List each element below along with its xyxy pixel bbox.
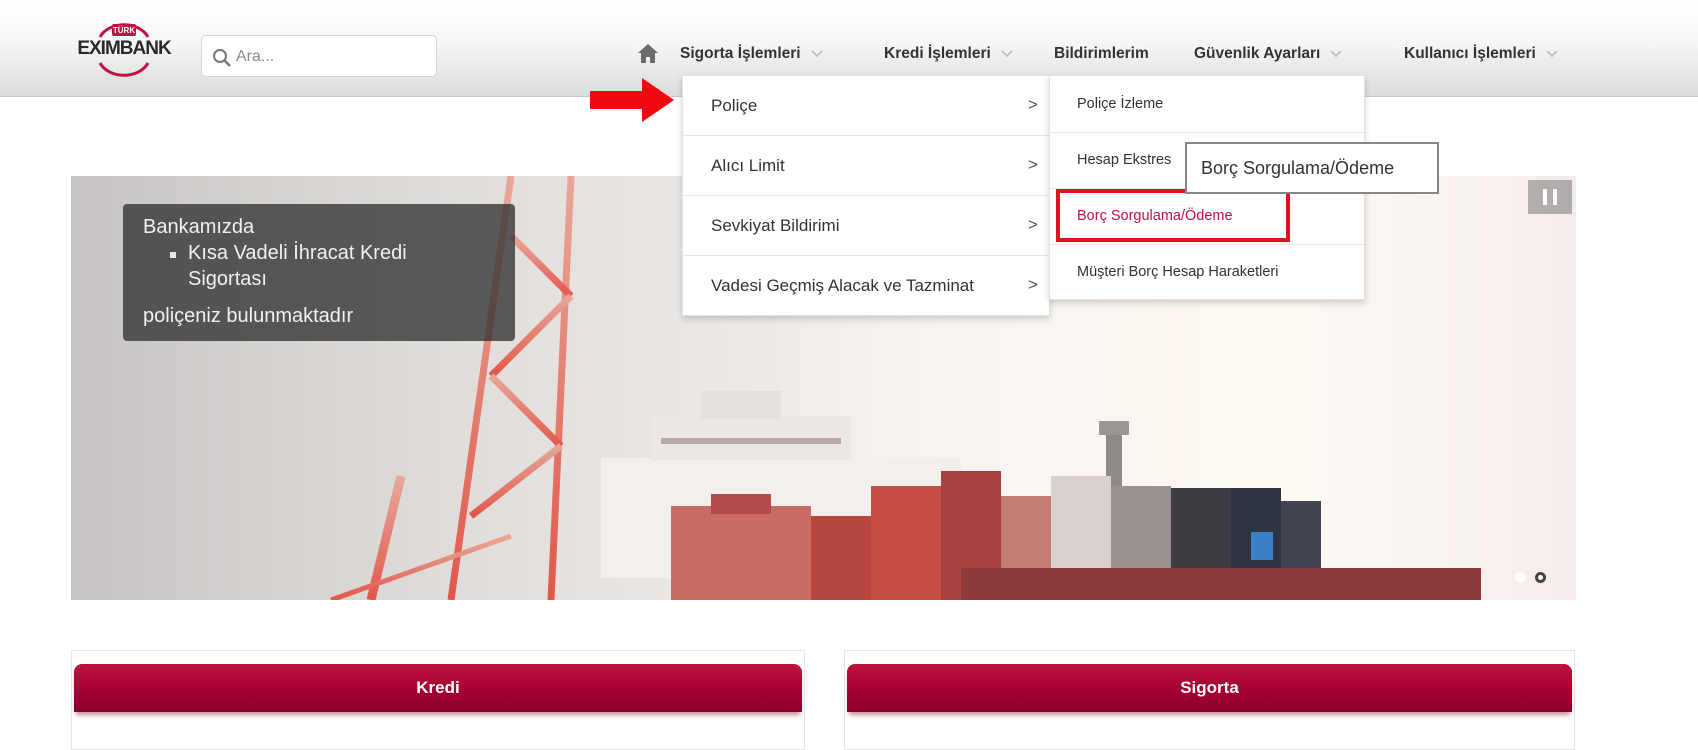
panel-kredi: Kredi <box>71 650 805 750</box>
logo-badge-text: TÜRK <box>113 26 135 35</box>
chevron-down-icon <box>1546 50 1558 58</box>
nav-guvenlik-ayarlari[interactable]: Güvenlik Ayarları <box>1194 45 1342 63</box>
chevron-down-icon <box>811 50 823 58</box>
nav-label: Sigorta İşlemleri <box>680 45 801 62</box>
caption-bullet-icon <box>170 252 176 258</box>
chevron-down-icon <box>1330 50 1342 58</box>
search-icon[interactable] <box>212 47 232 67</box>
caption-bullet-text-1: Kısa Vadeli İhracat Kredi <box>188 242 407 264</box>
chevron-right-icon: > <box>1028 275 1038 294</box>
highlight-box <box>1056 189 1290 242</box>
caption-line-1: Bankamızda <box>143 216 255 238</box>
banner-caption: Bankamızda Kısa Vadeli İhracat Kredi Sig… <box>123 204 515 341</box>
nav-kullanici-islemleri[interactable]: Kullanıcı İşlemleri <box>1404 45 1558 63</box>
submenu-item-label: Müşteri Borç Hesap Haraketleri <box>1077 264 1279 280</box>
nav-bildirimlerim[interactable]: Bildirimlerim <box>1054 45 1149 63</box>
panel-title-kredi[interactable]: Kredi <box>74 664 802 712</box>
slide-dot-2[interactable] <box>1535 572 1546 583</box>
menu-item-sevkiyat-bildirimi[interactable]: Sevkiyat Bildirimi > <box>683 196 1049 256</box>
search-box[interactable] <box>201 35 437 77</box>
submenu-item-police-izleme[interactable]: Poliçe İzleme <box>1050 76 1364 133</box>
menu-item-alici-limit[interactable]: Alıcı Limit > <box>683 136 1049 196</box>
chevron-down-icon <box>1001 50 1013 58</box>
logo-text: EXIMBANK <box>77 38 171 59</box>
caption-line-2: poliçeniz bulunmaktadır <box>143 305 354 327</box>
chevron-right-icon: > <box>1028 215 1038 234</box>
search-input[interactable] <box>234 42 433 72</box>
submenu-item-musteri-borc-hesap[interactable]: Müşteri Borç Hesap Haraketleri <box>1050 244 1364 300</box>
nav-label: Kredi İşlemleri <box>884 45 991 62</box>
slide-dot-1[interactable] <box>1515 572 1526 583</box>
red-arrow-icon <box>590 78 674 122</box>
home-icon[interactable] <box>636 42 660 64</box>
chevron-right-icon: > <box>1028 155 1038 174</box>
menu-item-label: Sevkiyat Bildirimi <box>711 216 840 235</box>
menu-item-label: Poliçe <box>711 96 758 115</box>
nav-label: Kullanıcı İşlemleri <box>1404 45 1536 62</box>
nav-sigorta-islemleri[interactable]: Sigorta İşlemleri <box>680 45 823 63</box>
eximbank-logo[interactable]: TÜRK EXIMBANK <box>74 22 174 78</box>
panel-sigorta: Sigorta <box>844 650 1575 750</box>
panel-title-sigorta[interactable]: Sigorta <box>847 664 1572 712</box>
menu-item-label: Vadesi Geçmiş Alacak ve Tazminat <box>711 276 974 295</box>
submenu-item-label: Hesap Ekstres <box>1077 152 1172 168</box>
nav-label: Güvenlik Ayarları <box>1194 45 1321 62</box>
nav-label: Bildirimlerim <box>1054 45 1149 62</box>
tooltip: Borç Sorgulama/Ödeme <box>1185 142 1439 194</box>
chevron-right-icon: > <box>1028 95 1038 114</box>
menu-item-police[interactable]: Poliçe > <box>683 76 1049 136</box>
pause-icon[interactable] <box>1528 180 1572 214</box>
caption-bullet-text-2: Sigortası <box>188 268 267 290</box>
dropdown-sigorta-islemleri: Poliçe > Alıcı Limit > Sevkiyat Bildirim… <box>682 75 1050 316</box>
submenu-item-label: Poliçe İzleme <box>1077 96 1164 112</box>
tooltip-text: Borç Sorgulama/Ödeme <box>1201 158 1395 178</box>
nav-kredi-islemleri[interactable]: Kredi İşlemleri <box>884 45 1013 63</box>
menu-item-label: Alıcı Limit <box>711 156 785 175</box>
menu-item-vadesi-gecmis-alacak[interactable]: Vadesi Geçmiş Alacak ve Tazminat > <box>683 256 1049 315</box>
